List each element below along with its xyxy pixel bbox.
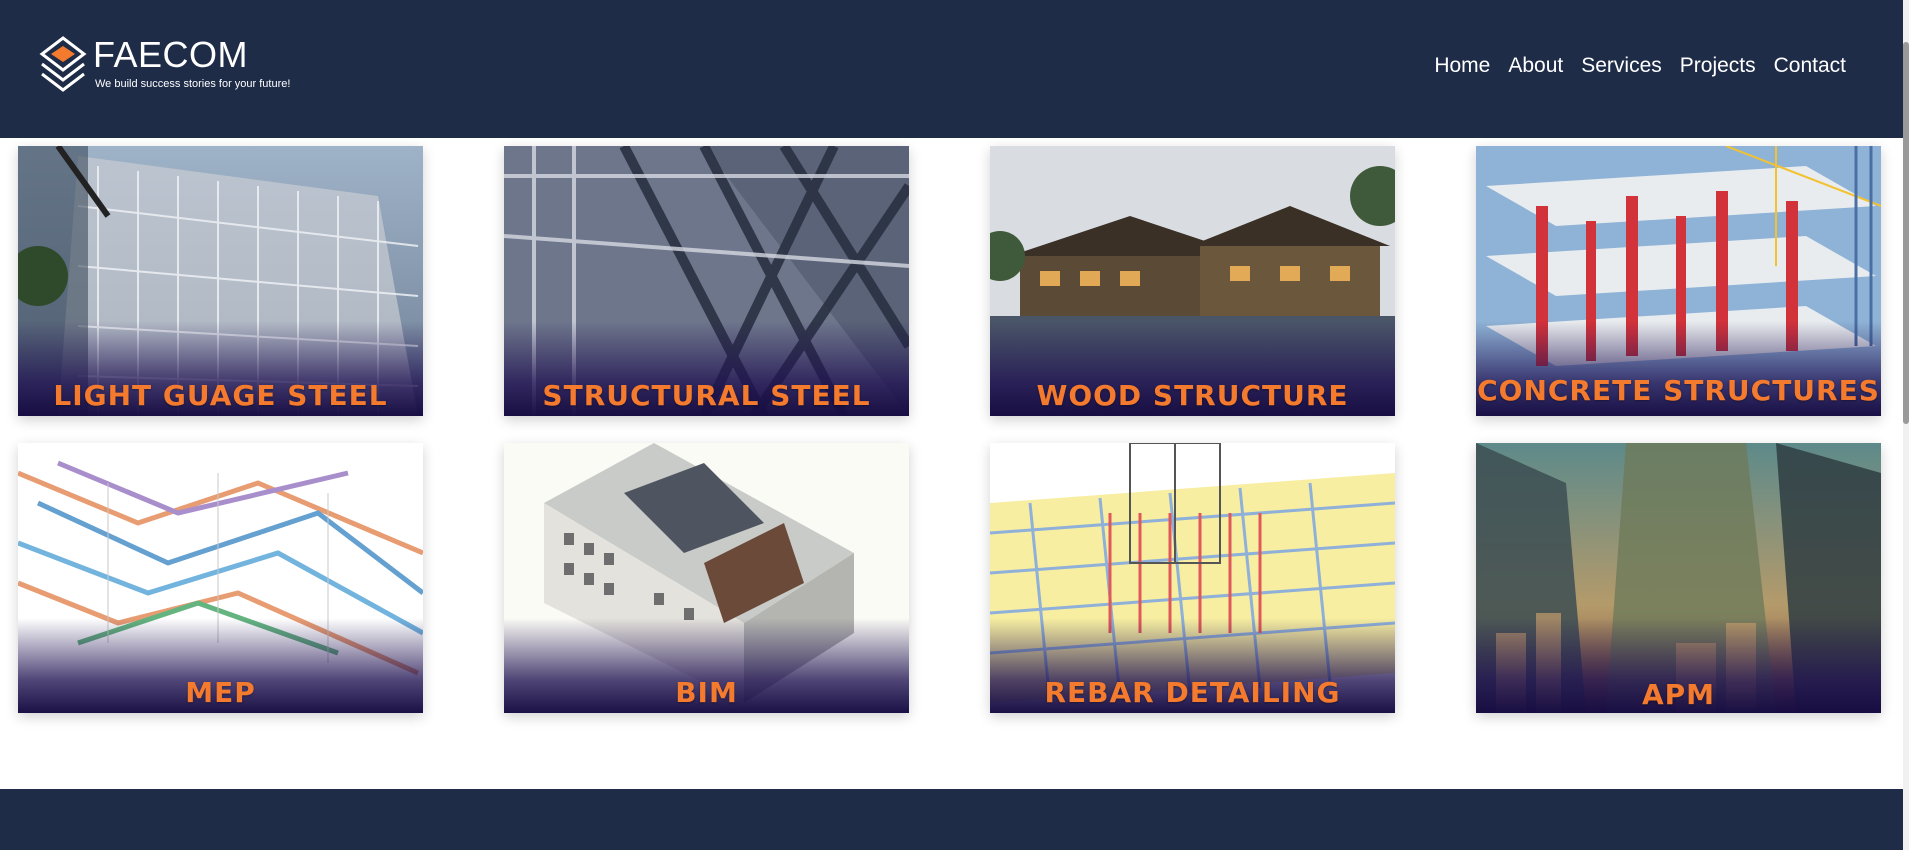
service-label: REBAR DETAILING <box>1044 676 1341 709</box>
service-card-mep[interactable]: MEP <box>18 443 423 713</box>
service-label: MEP <box>185 676 256 709</box>
service-label: WOOD STRUCTURE <box>1036 379 1349 412</box>
service-label: CONCRETE STRUCTURES <box>1477 374 1880 407</box>
service-label: APM <box>1641 678 1716 711</box>
service-card-concrete-structures[interactable]: CONCRETE STRUCTURES <box>1476 146 1881 416</box>
service-card-rebar-detailing[interactable]: REBAR DETAILING <box>990 443 1395 713</box>
services-grid: LIGHT GUAGE STEEL STRUCTURAL STEEL WOOD … <box>0 0 1903 850</box>
service-label: LIGHT GUAGE STEEL <box>53 379 388 412</box>
page-scrollbar[interactable] <box>1903 0 1909 850</box>
service-card-apm[interactable]: APM <box>1476 443 1881 713</box>
service-card-light-gauge-steel[interactable]: LIGHT GUAGE STEEL <box>18 146 423 416</box>
scrollbar-thumb[interactable] <box>1903 42 1909 424</box>
service-label: STRUCTURAL STEEL <box>542 379 871 412</box>
service-card-wood-structure[interactable]: WOOD STRUCTURE <box>990 146 1395 416</box>
site-footer <box>0 789 1903 850</box>
service-card-structural-steel[interactable]: STRUCTURAL STEEL <box>504 146 909 416</box>
service-card-bim[interactable]: BIM <box>504 443 909 713</box>
service-label: BIM <box>675 676 738 709</box>
